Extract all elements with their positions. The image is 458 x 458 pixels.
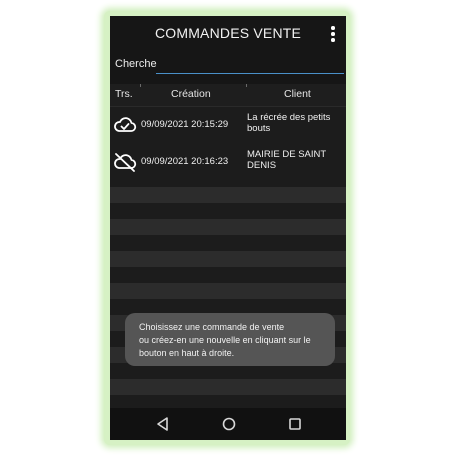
column-divider: [246, 84, 247, 87]
client-name-line: MAIRIE DE SAINT: [247, 149, 327, 160]
created-date: 09/09/2021 20:16:23: [141, 156, 229, 167]
row-stripe: [110, 203, 346, 219]
system-navigation-bar: [110, 408, 346, 440]
app-bar: COMMANDES VENTE: [110, 16, 346, 52]
row-stripe: [110, 187, 346, 203]
table-header: Trs. Création Client: [110, 84, 346, 107]
row-stripe: [110, 251, 346, 267]
client-name: MAIRIE DE SAINT DENIS: [247, 149, 344, 171]
row-stripe: [110, 219, 346, 235]
client-name-line: bouts: [247, 123, 271, 134]
back-triangle-icon[interactable]: [154, 415, 172, 433]
column-header-creation[interactable]: Création: [171, 88, 211, 100]
table-row[interactable]: 09/09/2021 20:15:29 La récrée des petits…: [110, 108, 346, 142]
toast-text: ou créez-en une nouvelle en cliquant sur…: [139, 335, 311, 345]
column-header-client[interactable]: Client: [284, 88, 311, 100]
more-vert-icon[interactable]: [329, 25, 337, 43]
column-header-trs[interactable]: Trs.: [115, 88, 133, 100]
search-input[interactable]: [156, 54, 344, 74]
home-circle-icon[interactable]: [220, 415, 238, 433]
client-name-line: DENIS: [247, 160, 277, 171]
row-stripe: [110, 379, 346, 395]
cloud-check-icon: [114, 117, 137, 132]
phone-screen: COMMANDES VENTE Cherche Trs. Création Cl…: [110, 16, 346, 440]
toast-text: bouton en haut à droite.: [139, 348, 235, 358]
info-toast: Choisissez une commande de vente ou crée…: [125, 313, 335, 366]
toast-text: Choisissez une commande de vente: [139, 322, 285, 332]
column-divider: [140, 84, 141, 87]
row-stripe: [110, 283, 346, 299]
row-stripe: [110, 235, 346, 251]
recent-apps-square-icon[interactable]: [286, 415, 304, 433]
page-title: COMMANDES VENTE: [154, 25, 302, 41]
client-name-line: La récrée des petits: [247, 112, 331, 123]
cloud-off-icon: [114, 153, 137, 172]
search-label: Cherche: [115, 58, 157, 70]
table-row[interactable]: 09/09/2021 20:16:23 MAIRIE DE SAINT DENI…: [110, 145, 346, 179]
client-name: La récrée des petits bouts: [247, 112, 344, 134]
row-stripe: [110, 267, 346, 283]
created-date: 09/09/2021 20:15:29: [141, 119, 229, 130]
